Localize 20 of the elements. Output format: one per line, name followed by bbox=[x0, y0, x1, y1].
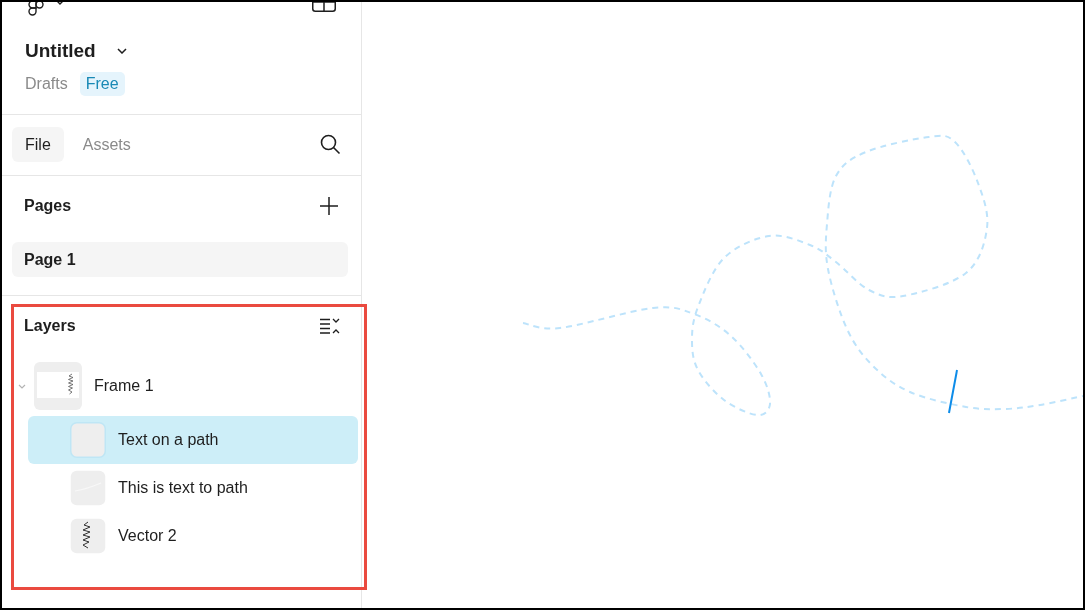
section-heading: Layers bbox=[24, 317, 76, 335]
folder-label: Drafts bbox=[25, 75, 68, 93]
layer-row[interactable]: This is text to path bbox=[28, 464, 358, 512]
layer-row[interactable]: Frame 1 bbox=[18, 362, 354, 410]
frame-thumbnail-icon bbox=[34, 362, 82, 410]
list-collapse-icon[interactable] bbox=[320, 318, 340, 334]
plan-badge: Free bbox=[79, 72, 125, 96]
search-icon[interactable] bbox=[320, 134, 341, 155]
text-cursor bbox=[948, 369, 958, 414]
page-item[interactable]: Page 1 bbox=[12, 242, 348, 277]
text-thumbnail-icon bbox=[70, 422, 106, 458]
layer-row[interactable]: Vector 2 bbox=[28, 512, 358, 560]
sidebar-tab[interactable]: Assets bbox=[69, 127, 144, 162]
sidebar-tab[interactable]: File bbox=[12, 127, 64, 162]
plus-icon[interactable] bbox=[320, 197, 338, 215]
file-title: Untitled bbox=[25, 40, 96, 62]
section-heading: Pages bbox=[24, 197, 72, 215]
layer-row[interactable]: Text on a path bbox=[28, 416, 358, 464]
chevron-down-icon[interactable] bbox=[116, 48, 127, 54]
vector-thumbnail-icon bbox=[70, 518, 106, 554]
